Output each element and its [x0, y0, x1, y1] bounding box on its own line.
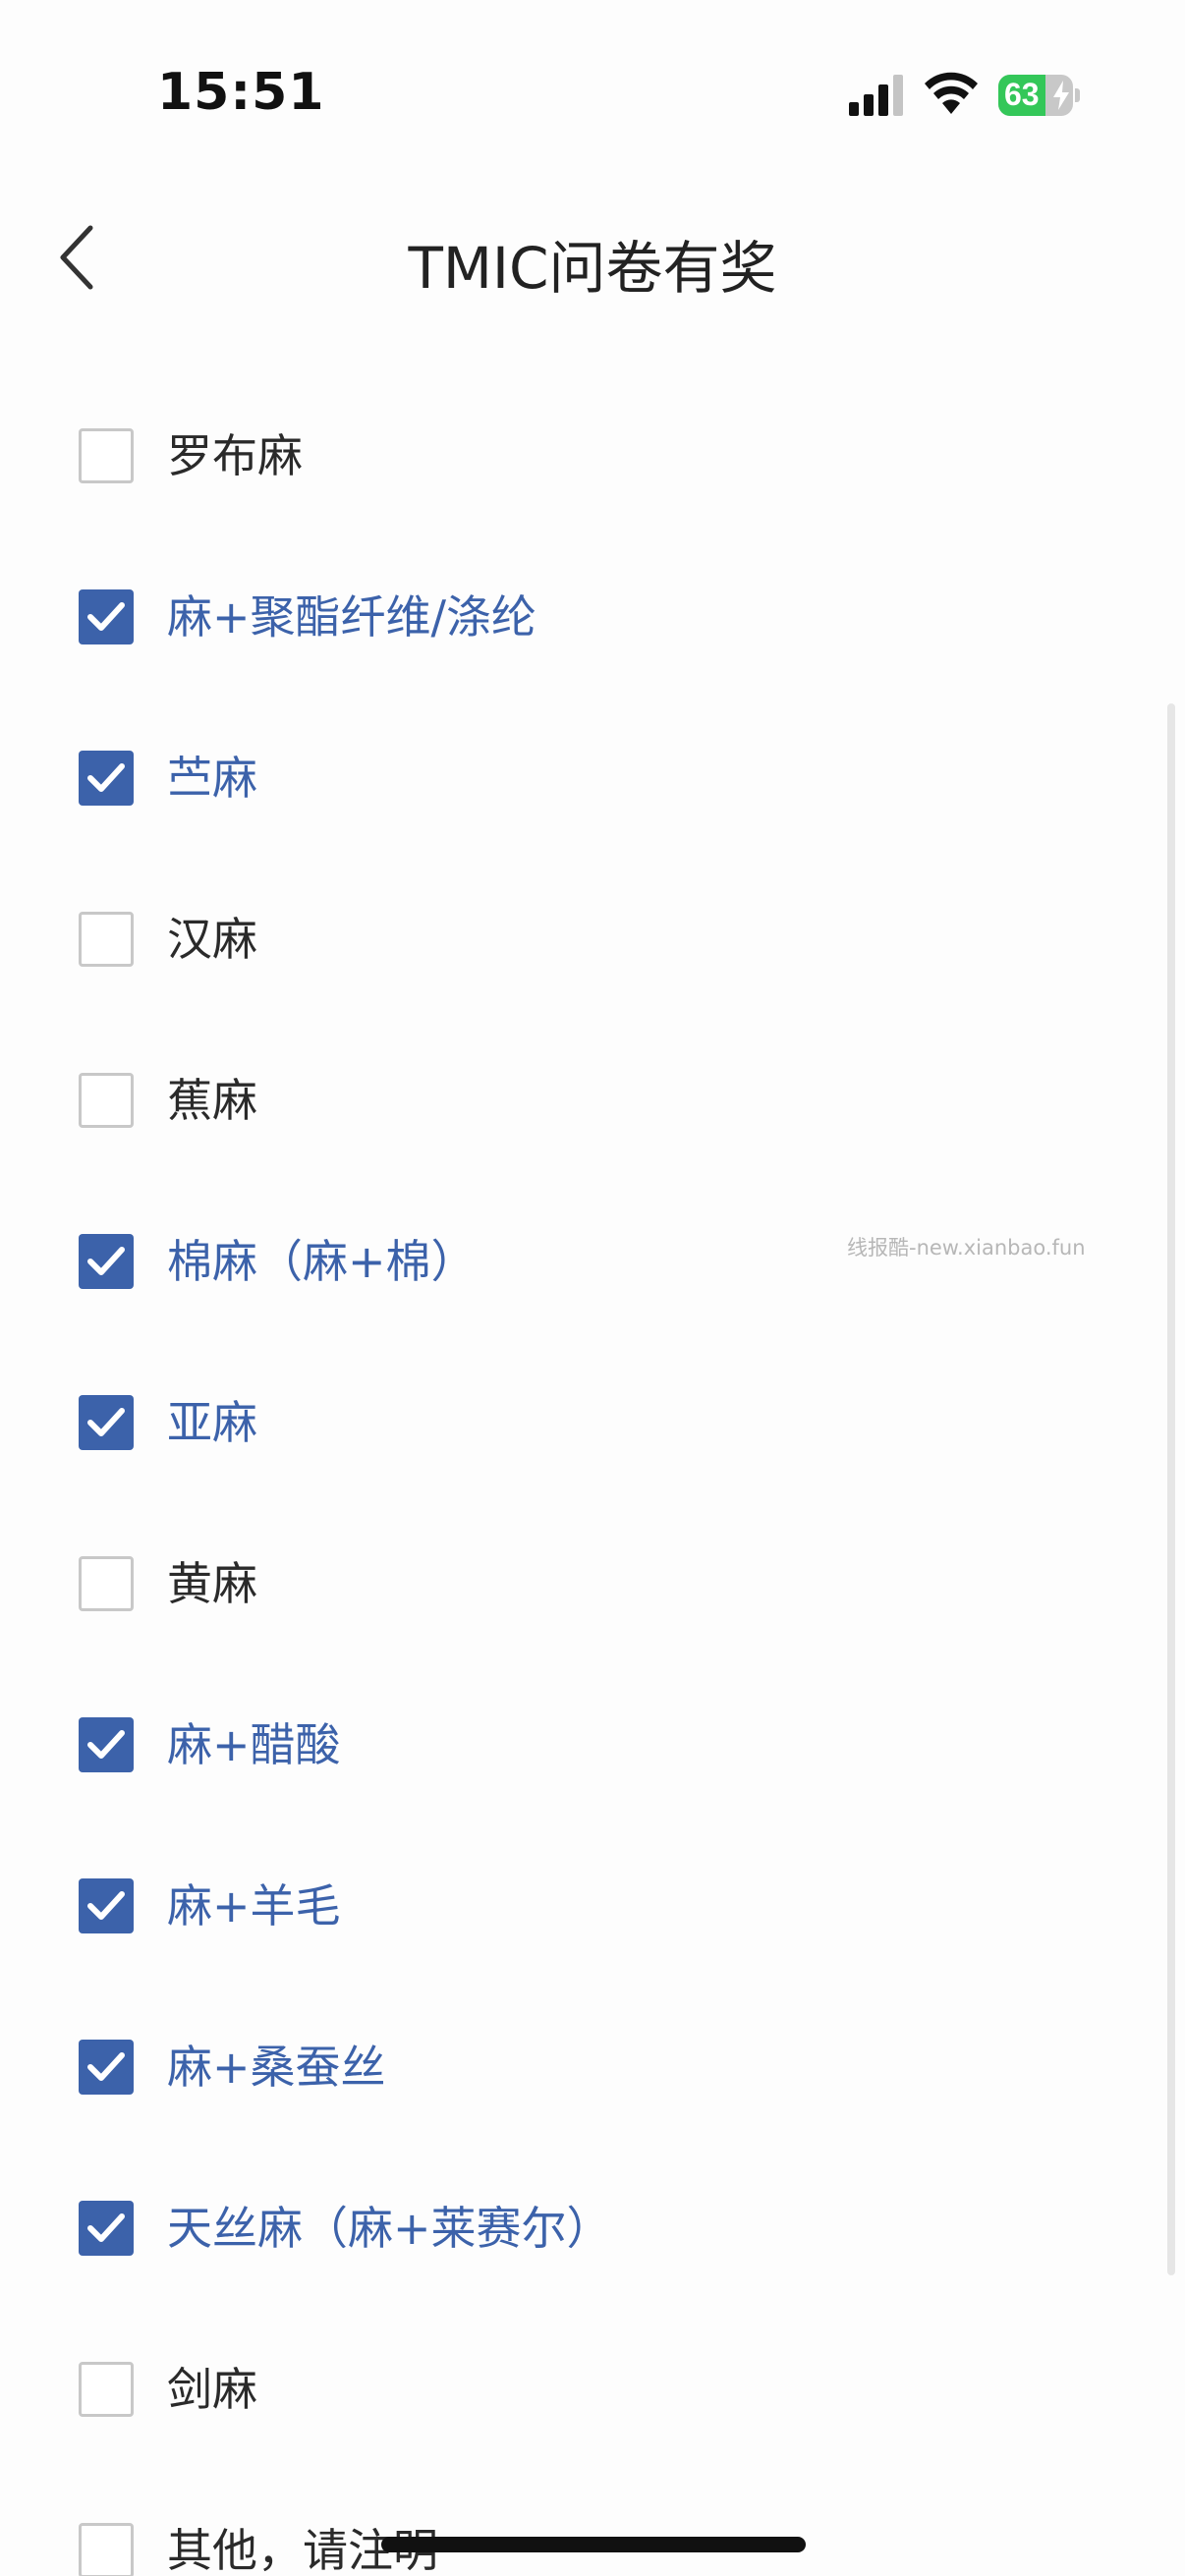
page-title: TMIC问卷有奖: [408, 235, 777, 302]
option-item[interactable]: 麻+羊毛: [0, 1849, 1130, 1967]
option-item[interactable]: 麻+聚酯纤维/涤纶: [0, 560, 1130, 678]
checkmark-icon: [87, 1730, 125, 1759]
checkbox-unchecked[interactable]: [79, 428, 134, 483]
option-item[interactable]: 蕉麻: [0, 1043, 1130, 1161]
option-label: 罗布麻: [167, 429, 303, 482]
option-label: 麻+羊毛: [167, 1879, 341, 1932]
checkmark-icon: [87, 763, 125, 792]
checkbox-checked[interactable]: [79, 751, 134, 806]
checkbox-checked[interactable]: [79, 589, 134, 644]
checkbox-unchecked[interactable]: [79, 1073, 134, 1128]
scrollbar[interactable]: [1167, 703, 1175, 2275]
checkbox-checked[interactable]: [79, 1717, 134, 1772]
option-item[interactable]: 棉麻（麻+棉）: [0, 1204, 1130, 1322]
option-label: 天丝麻（麻+莱赛尔）: [167, 2202, 612, 2255]
option-label: 苎麻: [167, 752, 257, 805]
checkmark-icon: [87, 2213, 125, 2242]
options-list: 罗布麻麻+聚酯纤维/涤纶 苎麻汉麻蕉麻棉麻（麻+棉） 亚麻黄麻麻+醋酸麻+羊毛麻+桑…: [0, 0, 1185, 2576]
checkbox-checked[interactable]: [79, 2040, 134, 2095]
option-label: 棉麻（麻+棉）: [167, 1235, 477, 1288]
checkmark-icon: [87, 1891, 125, 1920]
checkmark-icon: [87, 1408, 125, 1436]
option-item[interactable]: 汉麻: [0, 882, 1130, 1000]
checkbox-unchecked[interactable]: [79, 912, 134, 967]
checkbox-unchecked[interactable]: [79, 2523, 134, 2576]
checkbox-checked[interactable]: [79, 1878, 134, 1933]
checkmark-icon: [87, 602, 125, 631]
option-label: 麻+聚酯纤维/涤纶: [167, 590, 537, 644]
option-item[interactable]: 亚麻: [0, 1366, 1130, 1484]
checkbox-unchecked[interactable]: [79, 2362, 134, 2417]
checkbox-unchecked[interactable]: [79, 1556, 134, 1611]
option-label: 蕉麻: [167, 1074, 257, 1127]
option-label: 汉麻: [167, 913, 257, 966]
checkbox-checked[interactable]: [79, 2201, 134, 2256]
checkmark-icon: [87, 1247, 125, 1275]
checkbox-checked[interactable]: [79, 1234, 134, 1289]
option-item[interactable]: 剑麻: [0, 2332, 1130, 2450]
option-label: 黄麻: [167, 1557, 257, 1610]
option-item[interactable]: 罗布麻: [0, 399, 1130, 517]
option-item[interactable]: 麻+醋酸: [0, 1688, 1130, 1806]
option-item[interactable]: 黄麻: [0, 1527, 1130, 1645]
option-item[interactable]: 麻+桑蚕丝: [0, 2010, 1130, 2128]
option-item[interactable]: 苎麻: [0, 721, 1130, 839]
option-item[interactable]: 天丝麻（麻+莱赛尔）: [0, 2171, 1130, 2289]
checkbox-checked[interactable]: [79, 1395, 134, 1450]
nav-bar: TMIC问卷有奖: [0, 187, 1185, 324]
checkmark-icon: [87, 2052, 125, 2081]
option-label: 亚麻: [167, 1396, 257, 1449]
option-label: 麻+醋酸: [167, 1718, 341, 1771]
screen: 罗布麻麻+聚酯纤维/涤纶 苎麻汉麻蕉麻棉麻（麻+棉） 亚麻黄麻麻+醋酸麻+羊毛麻+桑…: [0, 0, 1185, 2576]
option-label: 剑麻: [167, 2363, 257, 2416]
option-label: 麻+桑蚕丝: [167, 2041, 386, 2094]
home-indicator[interactable]: [381, 2537, 806, 2552]
watermark: 线报酷-new.xianbao.fun: [847, 1236, 1086, 1260]
option-item[interactable]: 其他，请注明: [0, 2493, 1130, 2576]
